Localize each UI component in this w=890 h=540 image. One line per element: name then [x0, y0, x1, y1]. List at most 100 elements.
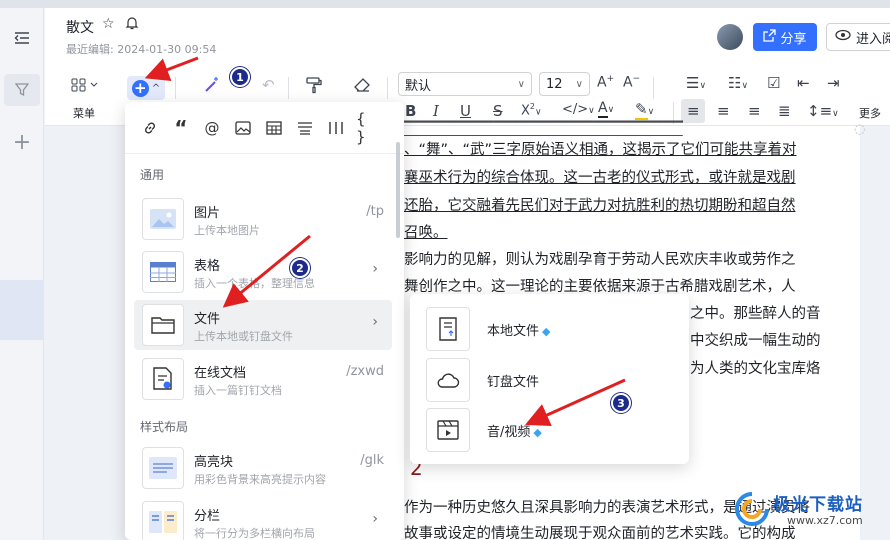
ai-magic-wand-icon[interactable] — [203, 76, 221, 98]
content-line: 为人类的文化宝库烙 — [690, 361, 821, 377]
quick-insert-row: “ @ { } — [125, 102, 404, 154]
align-left-icon[interactable]: ≡ — [687, 102, 700, 120]
divider — [653, 77, 654, 99]
menu-item-file[interactable]: 文件 上传本地或钉盘文件 › — [134, 300, 392, 350]
step-badge: 2 — [290, 258, 310, 278]
align-right-icon[interactable]: ≡ — [748, 102, 761, 120]
eye-icon — [835, 29, 851, 45]
text-block-icon[interactable] — [294, 117, 316, 139]
submenu-item-dingpan-file[interactable]: 钉盘文件 — [426, 358, 676, 402]
numbered-list-icon[interactable]: ☷∨ — [728, 74, 748, 92]
item-title: 文件 — [194, 312, 221, 327]
enter-reading-button[interactable]: 进入阅读 — [826, 23, 890, 51]
image-icon[interactable] — [232, 117, 254, 139]
bold-icon[interactable]: B — [405, 102, 416, 120]
avatar[interactable] — [717, 24, 743, 50]
collapse-sidebar-icon[interactable] — [6, 22, 38, 54]
highlight-block-icon — [142, 447, 184, 489]
bell-icon[interactable] — [125, 16, 139, 34]
enter-reading-label: 进入阅读 — [856, 31, 890, 47]
decrease-font-icon[interactable]: A− — [623, 74, 640, 91]
strikethrough-icon[interactable]: S — [493, 102, 503, 120]
submenu-item-audio-video[interactable]: 音/视频 ◆ — [426, 408, 676, 452]
italic-icon[interactable]: I — [433, 102, 439, 120]
divider — [288, 77, 289, 99]
more-label[interactable]: 更多 — [859, 105, 881, 121]
menu-scrollbar[interactable] — [396, 142, 400, 238]
insert-menu: “ @ { } 通用 图片 上传本地图片 /tp 表格 插入一个表格，整理信息 … — [125, 102, 404, 540]
folder-icon — [142, 304, 184, 346]
line-height-icon[interactable]: ↕≡∨ — [807, 102, 839, 120]
font-size-select[interactable]: 12 ∨ — [539, 72, 590, 96]
quote-icon[interactable]: “ — [170, 116, 192, 140]
superscript-icon[interactable]: X2∨ — [521, 102, 542, 118]
columns-icon[interactable] — [325, 117, 347, 139]
menu-item-table[interactable]: 表格 插入一个表格，整理信息 › — [134, 247, 392, 297]
menu-item-image[interactable]: 图片 上传本地图片 /tp — [134, 194, 392, 244]
right-margin: ◌ — [854, 122, 890, 540]
sidebar-active-item[interactable] — [0, 280, 44, 340]
table-icon[interactable] — [263, 117, 285, 139]
columns-thumb-icon — [142, 501, 184, 540]
code-block-icon[interactable]: { } — [356, 110, 378, 146]
star-icon[interactable]: ☆ — [102, 16, 115, 32]
section-general: 通用 — [140, 168, 165, 182]
submenu-item-local-file[interactable]: 本地文件 ◆ — [426, 307, 676, 351]
underline-icon[interactable]: U — [460, 102, 471, 120]
mention-icon[interactable]: @ — [201, 117, 223, 139]
font-family-value: 默认 — [405, 78, 432, 94]
chevron-right-icon: › — [372, 511, 378, 527]
undo-icon[interactable]: ↶ — [262, 76, 275, 94]
share-button[interactable]: 分享 — [753, 23, 817, 51]
doc-title[interactable]: 散文 — [66, 17, 94, 37]
increase-font-icon[interactable]: A+ — [597, 74, 614, 91]
content-line: 襄巫术行为的综合体现。这一古老的仪式形式，或许就是戏剧 — [404, 170, 796, 186]
diamond-icon: ◆ — [533, 426, 542, 439]
bullet-list-icon[interactable]: ☰∨ — [686, 74, 706, 92]
link-icon[interactable] — [139, 117, 161, 139]
item-shortcut: /zxwd — [346, 364, 384, 379]
left-sidebar: + — [0, 8, 44, 540]
item-subtitle: 用彩色背景来高亮提示内容 — [194, 473, 326, 486]
align-center-icon[interactable]: ≡ — [717, 102, 730, 120]
section-layout: 样式布局 — [140, 420, 189, 434]
watermark-logo-icon — [735, 492, 769, 526]
add-icon[interactable]: + — [6, 126, 38, 158]
menu-item-online-doc[interactable]: 在线文档 插入一篇钉钉文档 /zxwd — [134, 354, 392, 404]
share-icon — [763, 28, 777, 46]
format-painter-icon[interactable] — [305, 76, 323, 98]
outdent-icon[interactable]: ⇤ — [797, 74, 810, 92]
eraser-icon[interactable] — [353, 76, 371, 98]
divider — [175, 77, 176, 99]
image-thumb-icon — [142, 198, 184, 240]
indent-icon[interactable]: ⇥ — [827, 74, 840, 92]
share-label: 分享 — [780, 31, 807, 47]
submenu-item-label: 本地文件 ◆ — [487, 324, 551, 339]
justify-icon[interactable]: ≣ — [778, 102, 791, 120]
chevron-down-icon: ∨ — [575, 78, 583, 90]
watermark: 极光下载站 www.xz7.com — [735, 488, 885, 536]
grid-menu-icon[interactable] — [71, 78, 101, 96]
filter-icon[interactable] — [4, 74, 40, 106]
highlight-icon[interactable]: ✎∨ — [635, 100, 654, 120]
chevron-right-icon: › — [372, 314, 378, 330]
item-shortcut: /tp — [366, 204, 384, 219]
item-shortcut: /glk — [360, 453, 384, 468]
insert-button[interactable]: + ^ — [127, 76, 165, 100]
divider — [387, 77, 388, 99]
comment-icon[interactable]: ◌ — [854, 122, 865, 137]
item-title: 分栏 — [194, 509, 221, 524]
code-icon[interactable]: </>∨ — [562, 102, 595, 117]
item-subtitle: 插入一篇钉钉文档 — [194, 384, 282, 397]
menu-item-highlight-block[interactable]: 高亮块 用彩色背景来高亮提示内容 /glk — [134, 443, 392, 493]
item-title: 在线文档 — [194, 366, 247, 381]
font-family-select[interactable]: 默认 ∨ — [398, 72, 532, 96]
font-color-icon[interactable]: A∨ — [598, 100, 614, 118]
chevron-up-icon: ^ — [151, 82, 161, 94]
font-size-value: 12 — [546, 76, 563, 92]
item-title: 图片 — [194, 206, 221, 221]
last-edited-text: 最近编辑: 2024-01-30 09:54 — [66, 43, 217, 56]
menu-item-columns[interactable]: 分栏 将一行分为多栏横向布局 › — [134, 497, 392, 540]
checkbox-icon[interactable]: ☑ — [767, 74, 780, 92]
step-badge: 1 — [230, 67, 250, 87]
